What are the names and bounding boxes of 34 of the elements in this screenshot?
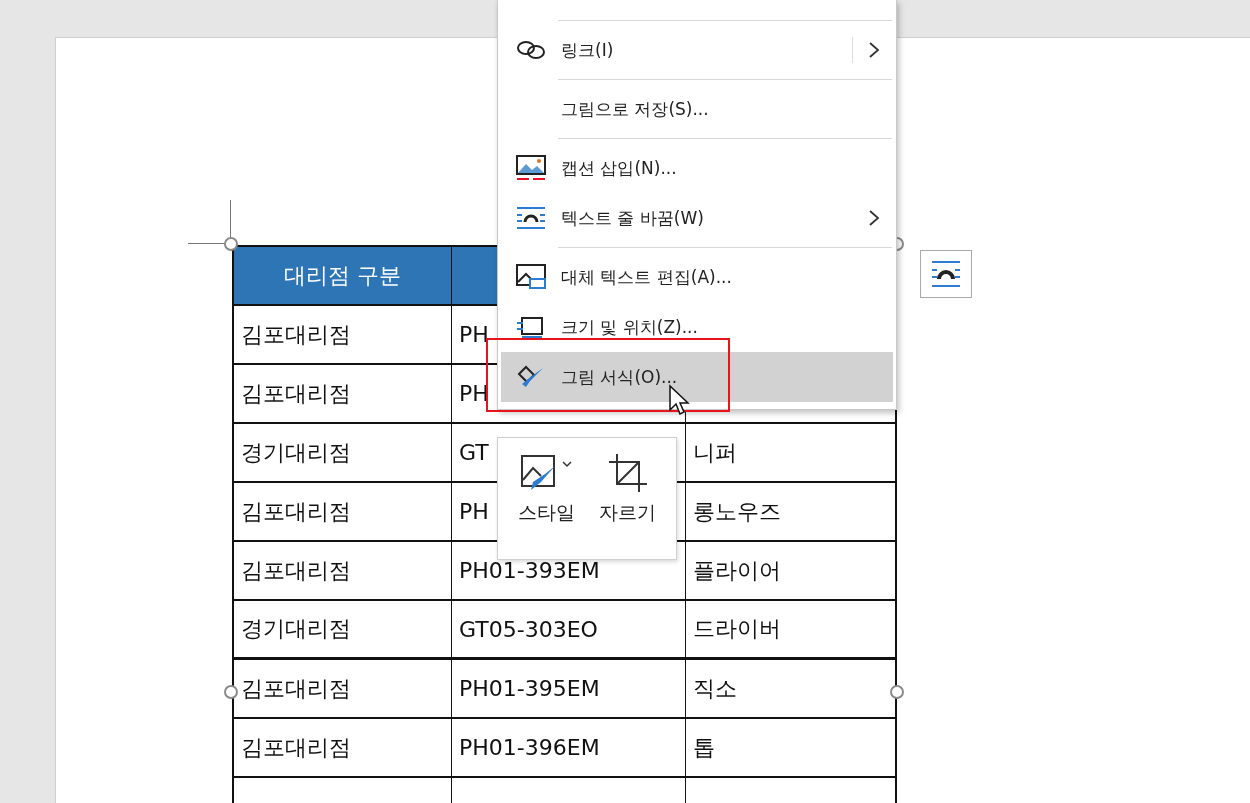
table-cell: 톱 (686, 719, 895, 778)
menu-item[interactable]: 캡션 삽입(N)... (501, 143, 893, 193)
table-cell: 김포대리점 (234, 483, 452, 542)
table-cell: 롱노우즈 (686, 483, 895, 542)
layout-options-button[interactable] (920, 250, 972, 298)
table-cell: GT05-303EO (452, 601, 686, 660)
brush-icon (516, 364, 546, 390)
table-cell: 니퍼 (686, 424, 895, 483)
text-wrap-icon (516, 206, 546, 230)
menu-item[interactable]: 텍스트 줄 바꿈(W) (501, 193, 893, 243)
menu-item[interactable]: 대체 텍스트 편집(A)... (501, 252, 893, 302)
table-cell: 경기대리점 (234, 601, 452, 660)
table-cell: PH01-396EM (452, 719, 686, 778)
table-cell: 드라이버 (686, 601, 895, 660)
table-cell: 김포대리점 (234, 660, 452, 719)
size-position-icon (516, 315, 546, 339)
chevron-right-icon (867, 209, 881, 227)
menu-item[interactable]: 링크(I) (501, 25, 893, 75)
menu-item[interactable]: 그림 서식(O)... (501, 352, 893, 402)
table-cell: 김포대리점 (234, 306, 452, 365)
crop-icon (606, 452, 649, 494)
table-cell: 경기대리점 (234, 424, 452, 483)
table-cell: 김포대리점 (234, 542, 452, 601)
table-cell: 플라이어 (686, 542, 895, 601)
chevron-right-icon (867, 41, 881, 59)
alt-text-icon (516, 264, 546, 290)
menu-item[interactable]: 그림으로 저장(S)... (501, 84, 893, 134)
link-icon (516, 39, 546, 61)
table-cell: 김포대리점 (234, 365, 452, 424)
table-cell: PH01-395EM (452, 660, 686, 719)
caption-icon (516, 155, 546, 181)
table-cell: 직소 (686, 660, 895, 719)
table-cell: 김포대리점 (234, 719, 452, 778)
table-header-cell: 대리점 구분 (234, 247, 452, 306)
